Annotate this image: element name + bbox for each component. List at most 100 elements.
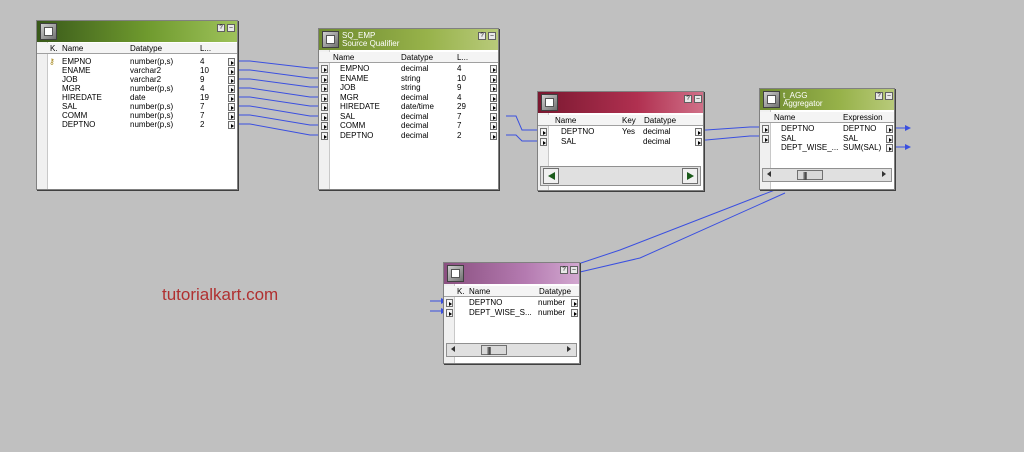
table-row[interactable]: DEPT_WISE_S... number xyxy=(444,308,579,317)
input-port[interactable] xyxy=(321,113,328,121)
output-port[interactable] xyxy=(490,75,497,83)
input-port[interactable] xyxy=(446,309,453,317)
scroll-right-button[interactable] xyxy=(564,345,574,355)
output-port[interactable] xyxy=(228,94,235,102)
sq-title-bar[interactable]: SQ_EMP Source Qualifier ? – xyxy=(319,29,498,50)
scroll-thumb[interactable] xyxy=(481,345,507,355)
agg-subtitle: Aggregator xyxy=(783,99,823,108)
aggregator-t-agg[interactable]: t_AGG Aggregator ? – Name Expression DEP… xyxy=(759,88,895,190)
column-header: Name Key Datatype xyxy=(538,115,703,126)
output-port[interactable] xyxy=(490,84,497,92)
table-row[interactable]: MGR decimal 4 xyxy=(319,93,498,102)
table-row[interactable]: DEPT_WISE_... SUM(SAL) xyxy=(760,143,894,152)
input-port[interactable] xyxy=(540,128,547,136)
agg-title-bar[interactable]: t_AGG Aggregator ? – xyxy=(760,89,894,110)
input-port[interactable] xyxy=(762,135,769,143)
input-port[interactable] xyxy=(321,94,328,102)
horizontal-scrollbar[interactable] xyxy=(762,168,892,182)
target-definition[interactable]: ? – K. Name Datatype DEPTNO number DEPT_W… xyxy=(443,262,580,364)
sq-subtitle: Source Qualifier xyxy=(342,39,400,48)
output-port[interactable] xyxy=(571,299,578,307)
table-row[interactable]: DEPTNO number xyxy=(444,298,579,307)
sorter-transformation[interactable]: ? – Name Key Datatype DEPTNO Yes decimal S… xyxy=(537,91,704,191)
help-button[interactable]: ? xyxy=(560,266,568,274)
table-row[interactable]: JOB string 9 xyxy=(319,83,498,92)
minimize-button[interactable]: – xyxy=(227,24,235,32)
input-port[interactable] xyxy=(321,132,328,140)
table-row[interactable]: COMM decimal 7 xyxy=(319,121,498,130)
output-port[interactable] xyxy=(886,144,893,152)
column-header: Name Datatype L... xyxy=(319,52,498,63)
table-row[interactable]: SAL SAL xyxy=(760,134,894,143)
output-port[interactable] xyxy=(695,138,702,146)
table-row[interactable]: DEPTNO Yes decimal xyxy=(538,127,703,136)
help-button[interactable]: ? xyxy=(875,92,883,100)
column-header: K. Name Datatype xyxy=(444,286,579,297)
target-table-icon xyxy=(447,265,464,282)
source-definition-emp[interactable]: ? – K. Name Datatype L... ⚷ EMPNO number… xyxy=(36,20,238,190)
target-title-bar[interactable]: ? – xyxy=(444,263,579,284)
input-port[interactable] xyxy=(321,84,328,92)
input-port[interactable] xyxy=(321,65,328,73)
scroll-right-button[interactable] xyxy=(879,170,889,180)
table-row[interactable]: HIREDATE date 19 xyxy=(37,93,237,102)
table-row[interactable]: SAL number(p,s) 7 xyxy=(37,102,237,111)
output-port[interactable] xyxy=(490,122,497,130)
table-row[interactable]: MGR number(p,s) 4 xyxy=(37,84,237,93)
output-port[interactable] xyxy=(490,103,497,111)
horizontal-scrollbar[interactable] xyxy=(446,343,577,357)
output-port[interactable] xyxy=(228,58,235,66)
table-row[interactable]: JOB varchar2 9 xyxy=(37,75,237,84)
scroll-left-button[interactable] xyxy=(765,170,775,180)
minimize-button[interactable]: – xyxy=(885,92,893,100)
table-row[interactable]: SAL decimal xyxy=(538,137,703,146)
minimize-button[interactable]: – xyxy=(488,32,496,40)
output-port[interactable] xyxy=(490,94,497,102)
table-row[interactable]: DEPTNO DEPTNO xyxy=(760,124,894,133)
output-port[interactable] xyxy=(490,65,497,73)
input-port[interactable] xyxy=(446,299,453,307)
output-port[interactable] xyxy=(228,85,235,93)
table-row[interactable]: SAL decimal 7 xyxy=(319,112,498,121)
output-port[interactable] xyxy=(571,309,578,317)
column-header: K. Name Datatype L... xyxy=(37,43,237,54)
output-port[interactable] xyxy=(228,103,235,111)
output-port[interactable] xyxy=(228,121,235,129)
table-row[interactable]: ⚷ EMPNO number(p,s) 4 xyxy=(37,57,237,66)
minimize-button[interactable]: – xyxy=(694,95,702,103)
minimize-button[interactable]: – xyxy=(570,266,578,274)
table-row[interactable]: DEPTNO decimal 2 xyxy=(319,131,498,140)
scroll-thumb[interactable] xyxy=(797,170,823,180)
input-port[interactable] xyxy=(540,138,547,146)
sorter-icon xyxy=(541,94,558,111)
output-port[interactable] xyxy=(228,112,235,120)
table-row[interactable]: HIREDATE date/time 29 xyxy=(319,102,498,111)
table-row[interactable]: DEPTNO number(p,s) 2 xyxy=(37,120,237,129)
output-port[interactable] xyxy=(228,76,235,84)
table-row[interactable]: ENAME string 10 xyxy=(319,74,498,83)
source-title-bar[interactable]: ? – xyxy=(37,21,237,42)
scroll-right-button[interactable] xyxy=(682,168,698,184)
output-port[interactable] xyxy=(228,67,235,75)
output-port[interactable] xyxy=(886,125,893,133)
input-port[interactable] xyxy=(321,75,328,83)
output-port[interactable] xyxy=(490,113,497,121)
output-port[interactable] xyxy=(695,128,702,136)
output-port[interactable] xyxy=(490,132,497,140)
horizontal-scrollbar[interactable] xyxy=(540,166,701,186)
help-button[interactable]: ? xyxy=(217,24,225,32)
source-qualifier-icon xyxy=(322,31,339,48)
input-port[interactable] xyxy=(321,122,328,130)
output-port[interactable] xyxy=(886,135,893,143)
sorter-title-bar[interactable]: ? – xyxy=(538,92,703,113)
help-button[interactable]: ? xyxy=(684,95,692,103)
table-row[interactable]: ENAME varchar2 10 xyxy=(37,66,237,75)
table-row[interactable]: EMPNO decimal 4 xyxy=(319,64,498,73)
scroll-left-button[interactable] xyxy=(543,168,559,184)
input-port[interactable] xyxy=(762,125,769,133)
source-qualifier-sq-emp[interactable]: SQ_EMP Source Qualifier ? – Name Datatyp… xyxy=(318,28,499,190)
scroll-left-button[interactable] xyxy=(449,345,459,355)
input-port[interactable] xyxy=(321,103,328,111)
table-row[interactable]: COMM number(p,s) 7 xyxy=(37,111,237,120)
help-button[interactable]: ? xyxy=(478,32,486,40)
